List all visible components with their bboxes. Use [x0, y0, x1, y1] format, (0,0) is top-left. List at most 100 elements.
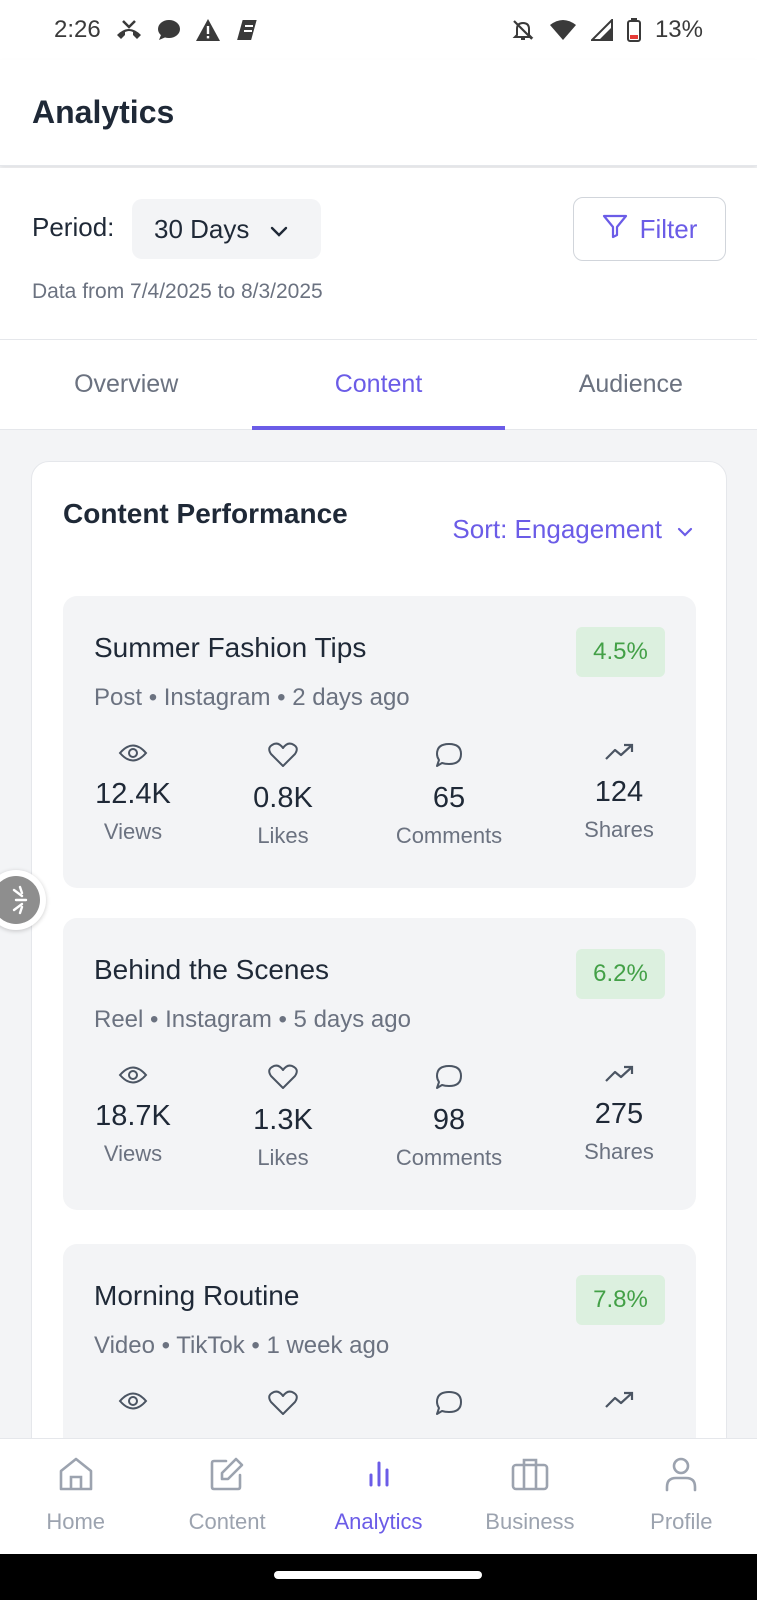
- status-time: 2:26: [54, 16, 101, 43]
- comments-label: Comments: [395, 823, 503, 848]
- nav-label: Profile: [650, 1509, 713, 1534]
- status-bar: 2:26 13%: [0, 0, 757, 60]
- card-title: Content Performance: [63, 498, 348, 529]
- content-performance-card: Content Performance Sort: Engagement Sum…: [31, 461, 727, 1461]
- trending-up-icon: [549, 742, 689, 762]
- date-range-text: Data from 7/4/2025 to 8/3/2025: [32, 280, 323, 303]
- period-dropdown[interactable]: 30 Days: [132, 199, 321, 259]
- nav-label: Analytics: [334, 1509, 423, 1534]
- heart-icon: [213, 1390, 353, 1416]
- nav-home[interactable]: Home: [0, 1439, 151, 1554]
- content-title: Behind the Scenes: [94, 954, 330, 985]
- system-gesture-bar: [0, 1554, 757, 1600]
- comment-icon: [379, 742, 519, 768]
- analytics-tabs: Overview Content Audience: [0, 340, 757, 430]
- views-value: 12.4K: [95, 778, 171, 810]
- content-meta: Reel • Instagram • 5 days ago: [94, 1006, 411, 1033]
- comments-label: Comments: [395, 1145, 503, 1170]
- app-notification-icon: [235, 18, 263, 42]
- likes-stat: [213, 1390, 353, 1416]
- sort-dropdown[interactable]: Sort: Engagement: [452, 514, 694, 545]
- likes-stat: 0.8K Likes: [213, 742, 353, 849]
- briefcase-icon: [510, 1455, 550, 1499]
- comments-stat: 98 Comments: [379, 1064, 519, 1171]
- nav-label: Home: [46, 1509, 106, 1534]
- views-stat: [63, 1390, 203, 1412]
- likes-value: 0.8K: [253, 782, 313, 814]
- likes-stat: 1.3K Likes: [213, 1064, 353, 1171]
- views-label: Views: [103, 1141, 163, 1166]
- chevron-down-icon: [269, 214, 289, 245]
- comment-icon: [379, 1390, 519, 1416]
- tab-audience[interactable]: Audience: [505, 340, 757, 429]
- trending-up-icon: [549, 1064, 689, 1084]
- likes-label: Likes: [257, 1145, 309, 1170]
- nav-profile[interactable]: Profile: [606, 1439, 757, 1554]
- tab-overview[interactable]: Overview: [0, 340, 252, 429]
- nav-label: Business: [485, 1509, 575, 1534]
- warning-icon: [195, 18, 221, 42]
- home-gesture-handle[interactable]: [274, 1571, 482, 1579]
- period-label: Period:: [32, 212, 115, 242]
- views-stat: 18.7K Views: [63, 1064, 203, 1167]
- nav-label: Content: [188, 1509, 266, 1534]
- content-item[interactable]: Behind the Scenes 6.2% Reel • Instagram …: [63, 918, 696, 1210]
- comments-stat: [379, 1390, 519, 1416]
- nav-content[interactable]: Content: [151, 1439, 302, 1554]
- content-item[interactable]: Morning Routine 7.8% Video • TikTok • 1 …: [63, 1244, 696, 1460]
- eye-icon: [63, 1064, 203, 1086]
- shares-stat: [549, 1390, 689, 1410]
- comments-stat: 65 Comments: [379, 742, 519, 849]
- views-stat: 12.4K Views: [63, 742, 203, 845]
- views-label: Views: [103, 819, 163, 844]
- content-item[interactable]: Summer Fashion Tips 4.5% Post • Instagra…: [63, 596, 696, 888]
- likes-label: Likes: [257, 823, 309, 848]
- filter-label: Filter: [639, 213, 698, 244]
- comments-value: 65: [432, 782, 466, 814]
- content-title: Morning Routine: [94, 1280, 300, 1311]
- sparkle-icon: [0, 876, 40, 924]
- sort-label: Sort: Engagement: [452, 514, 662, 544]
- battery-icon: [626, 18, 641, 42]
- shares-value: 124: [594, 776, 644, 808]
- home-icon: [57, 1455, 95, 1499]
- engagement-badge: 4.5%: [576, 627, 665, 677]
- chat-icon: [157, 19, 181, 41]
- nav-business[interactable]: Business: [454, 1439, 605, 1554]
- comments-value: 98: [432, 1104, 466, 1136]
- heart-icon: [213, 742, 353, 768]
- period-value: 30 Days: [154, 213, 250, 244]
- chevron-down-icon: [676, 514, 694, 545]
- comment-icon: [379, 1064, 519, 1090]
- trending-up-icon: [549, 1390, 689, 1410]
- views-value: 18.7K: [95, 1100, 171, 1132]
- content-meta: Post • Instagram • 2 days ago: [94, 684, 410, 711]
- likes-value: 1.3K: [253, 1104, 313, 1136]
- battery-percent: 13%: [654, 16, 703, 43]
- shares-label: Shares: [584, 817, 654, 842]
- bar-chart-icon: [360, 1455, 398, 1499]
- content-meta: Video • TikTok • 1 week ago: [94, 1332, 390, 1359]
- wifi-icon: [549, 19, 577, 41]
- nav-analytics[interactable]: Analytics: [303, 1439, 454, 1554]
- period-section: Period: 30 Days Filter Data from 7/4/202…: [0, 168, 757, 340]
- bottom-navigation: Home Content Analytics Business Profile: [0, 1438, 757, 1554]
- missed-call-icon: [115, 19, 143, 41]
- shares-stat: 275 Shares: [549, 1064, 689, 1165]
- shares-value: 275: [594, 1098, 644, 1130]
- edit-icon: [208, 1455, 246, 1499]
- user-icon: [662, 1455, 700, 1499]
- eye-icon: [63, 742, 203, 764]
- shares-label: Shares: [584, 1139, 654, 1164]
- engagement-badge: 7.8%: [576, 1275, 665, 1325]
- shares-stat: 124 Shares: [549, 742, 689, 843]
- page-title: Analytics: [32, 94, 175, 130]
- eye-icon: [63, 1390, 203, 1412]
- cell-signal-icon: [590, 19, 613, 41]
- notifications-off-icon: [511, 18, 535, 42]
- filter-icon: [602, 213, 628, 246]
- tab-content[interactable]: Content: [252, 340, 505, 430]
- app-bar: Analytics: [0, 60, 757, 166]
- filter-button[interactable]: Filter: [573, 197, 726, 261]
- content-title: Summer Fashion Tips: [94, 632, 367, 663]
